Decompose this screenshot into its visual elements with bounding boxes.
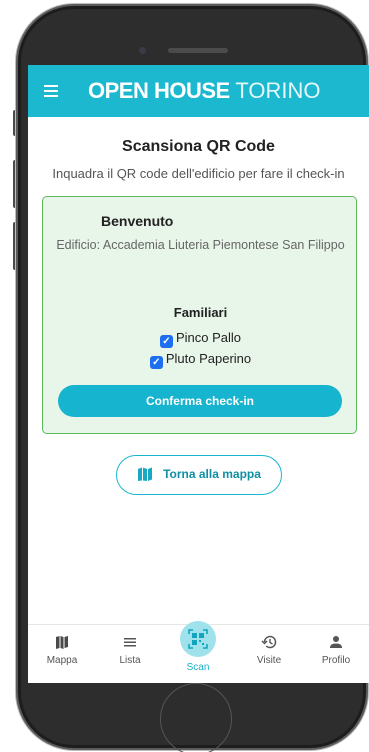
nav-label: Visite xyxy=(256,655,282,666)
nav-item-mappa[interactable]: Mappa xyxy=(32,635,92,666)
nav-label: Mappa xyxy=(46,655,78,666)
list-icon xyxy=(124,638,136,647)
qr-code-icon xyxy=(188,629,208,649)
history-icon xyxy=(261,635,277,649)
camera-icon xyxy=(139,47,146,54)
phone-mockup: OPEN HOUSE TORINO Scansiona QR Code Inqu… xyxy=(0,0,369,752)
confirm-checkin-button[interactable]: Conferma check-in xyxy=(58,385,342,417)
logo-bold-text: OPEN HOUSE xyxy=(88,78,230,103)
app-screen: OPEN HOUSE TORINO Scansiona QR Code Inqu… xyxy=(28,65,369,683)
family-member-row[interactable]: ✓ Pinco Pallo xyxy=(43,330,358,348)
family-heading: Familiari xyxy=(173,305,228,320)
nav-label: Profilo xyxy=(321,655,351,666)
building-name: Edificio: Accademia Liuteria Piemontese … xyxy=(56,238,345,252)
back-to-map-button[interactable]: Torna alla mappa xyxy=(116,455,282,495)
checkbox-checked-icon[interactable]: ✓ xyxy=(159,335,173,348)
nav-label: Lista xyxy=(119,655,141,666)
app-logo: OPEN HOUSE TORINO xyxy=(88,77,320,105)
app-header: OPEN HOUSE TORINO xyxy=(28,65,369,117)
hamburger-menu-icon[interactable] xyxy=(44,85,58,97)
nav-item-profilo[interactable]: Profilo xyxy=(306,635,366,666)
family-member-name: Pinco Pallo xyxy=(175,330,242,345)
checkbox-checked-icon[interactable]: ✓ xyxy=(149,356,163,369)
nav-label-scan[interactable]: Scan xyxy=(168,662,228,673)
back-to-map-label: Torna alla mappa xyxy=(163,467,261,481)
speaker-grille xyxy=(168,48,228,53)
nav-item-visite[interactable]: Visite xyxy=(239,635,299,666)
home-button xyxy=(160,683,232,752)
person-icon xyxy=(330,636,342,648)
page-title: Scansiona QR Code xyxy=(122,138,275,155)
page-subtitle: Inquadra il QR code dell'edificio per fa… xyxy=(52,166,345,181)
nav-item-scan[interactable] xyxy=(180,621,216,657)
logo-light-text: TORINO xyxy=(235,78,321,103)
nav-item-lista[interactable]: Lista xyxy=(100,635,160,666)
welcome-heading: Benvenuto xyxy=(101,213,174,229)
family-member-name: Pluto Paperino xyxy=(165,351,252,366)
checkin-card: Benvenuto Edificio: Accademia Liuteria P… xyxy=(42,196,357,434)
family-member-row[interactable]: ✓ Pluto Paperino xyxy=(43,351,358,369)
map-icon xyxy=(56,636,68,649)
map-icon xyxy=(138,467,153,481)
